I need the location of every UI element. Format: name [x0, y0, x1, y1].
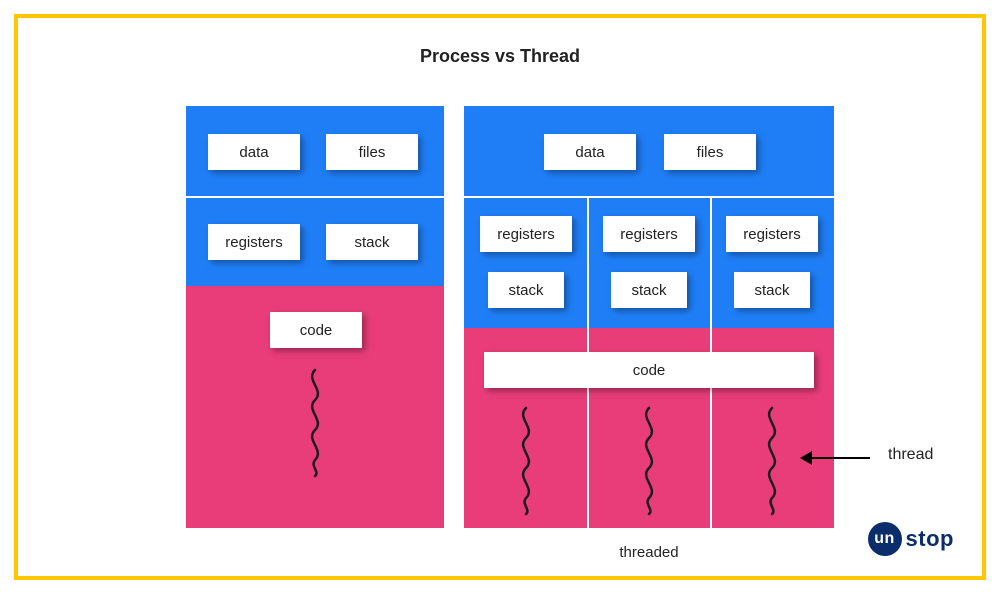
- diagram-title: Process vs Thread: [18, 46, 982, 67]
- threaded-caption: threaded: [464, 544, 834, 561]
- brand-logo-text: stop: [906, 526, 954, 552]
- threaded-h-divider: [464, 196, 834, 198]
- thread-3-stack-box: stack: [734, 272, 810, 308]
- threaded-files-box: files: [664, 134, 756, 170]
- process-code-box: code: [270, 312, 362, 348]
- brand-logo-badge: un: [868, 522, 902, 556]
- process-data-box: data: [208, 134, 300, 170]
- thread-1-squiggle-icon: [512, 406, 540, 516]
- thread-3-squiggle-icon: [758, 406, 786, 516]
- process-divider: [186, 196, 444, 198]
- thread-annotation-label: thread: [888, 446, 933, 464]
- thread-3-registers-box: registers: [726, 216, 818, 252]
- diagram-stage: data files registers stack code data fil…: [18, 88, 982, 576]
- threaded-code-box: code: [484, 352, 814, 388]
- threaded-block: data files registers registers registers…: [464, 106, 834, 528]
- process-stack-box: stack: [326, 224, 418, 260]
- threaded-data-box: data: [544, 134, 636, 170]
- process-registers-box: registers: [208, 224, 300, 260]
- thread-1-registers-box: registers: [480, 216, 572, 252]
- process-block: data files registers stack code: [186, 106, 444, 528]
- thread-1-stack-box: stack: [488, 272, 564, 308]
- process-files-box: files: [326, 134, 418, 170]
- thread-2-stack-box: stack: [611, 272, 687, 308]
- brand-logo: un stop: [868, 522, 954, 556]
- process-thread-squiggle-icon: [301, 368, 329, 478]
- thread-arrow-icon: [800, 448, 880, 468]
- thread-2-registers-box: registers: [603, 216, 695, 252]
- thread-2-squiggle-icon: [635, 406, 663, 516]
